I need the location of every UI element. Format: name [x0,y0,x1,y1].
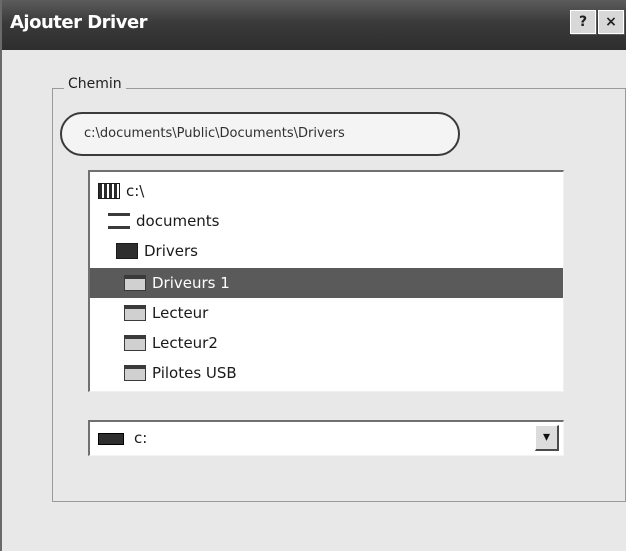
folder-icon [124,365,146,381]
tree-item-label: Lecteur [152,304,209,322]
tree-item-pilotes-usb[interactable]: Pilotes USB [90,358,563,388]
tree-item-label: Pilotes USB [152,364,237,382]
add-driver-dialog: Ajouter Driver ? × Chemin c:\documents\P… [0,0,626,551]
folder-open-icon [116,243,138,259]
folder-icon [124,275,146,291]
tree-item-root[interactable]: c:\ [90,176,563,206]
tree-item-documents[interactable]: documents [90,206,563,236]
tree-item-label: Driveurs 1 [152,274,230,292]
close-button[interactable]: × [598,10,624,34]
tree-item-label: c:\ [126,182,145,200]
drive-icon [98,183,120,199]
drive-icon [98,433,124,445]
tree-item-label: documents [136,212,220,230]
current-path-field: c:\documents\Public\Documents\Drivers [60,112,460,156]
folder-icon [124,335,146,351]
folder-icon [124,305,146,321]
path-group-label: Chemin [64,76,126,92]
tree-item-drivers[interactable]: Drivers [90,236,563,266]
title-bar[interactable]: Ajouter Driver ? × [2,0,626,50]
window-title: Ajouter Driver [10,12,148,33]
drive-select[interactable]: c: ▾ [88,420,564,456]
tree-item-label: Drivers [144,242,198,260]
folder-open-icon [108,213,130,229]
tree-item-lecteur2[interactable]: Lecteur2 [90,328,563,358]
tree-item-lecteur[interactable]: Lecteur [90,298,563,328]
folder-tree[interactable]: c:\ documents Drivers Driveurs 1 Lecteur… [88,170,564,392]
chevron-down-icon: ▾ [542,429,551,445]
tree-item-label: Lecteur2 [152,334,218,352]
dropdown-button[interactable]: ▾ [535,425,559,451]
drive-select-value: c: [134,429,148,447]
tree-item-driveurs-1[interactable]: Driveurs 1 [90,268,563,298]
help-button[interactable]: ? [570,10,596,34]
